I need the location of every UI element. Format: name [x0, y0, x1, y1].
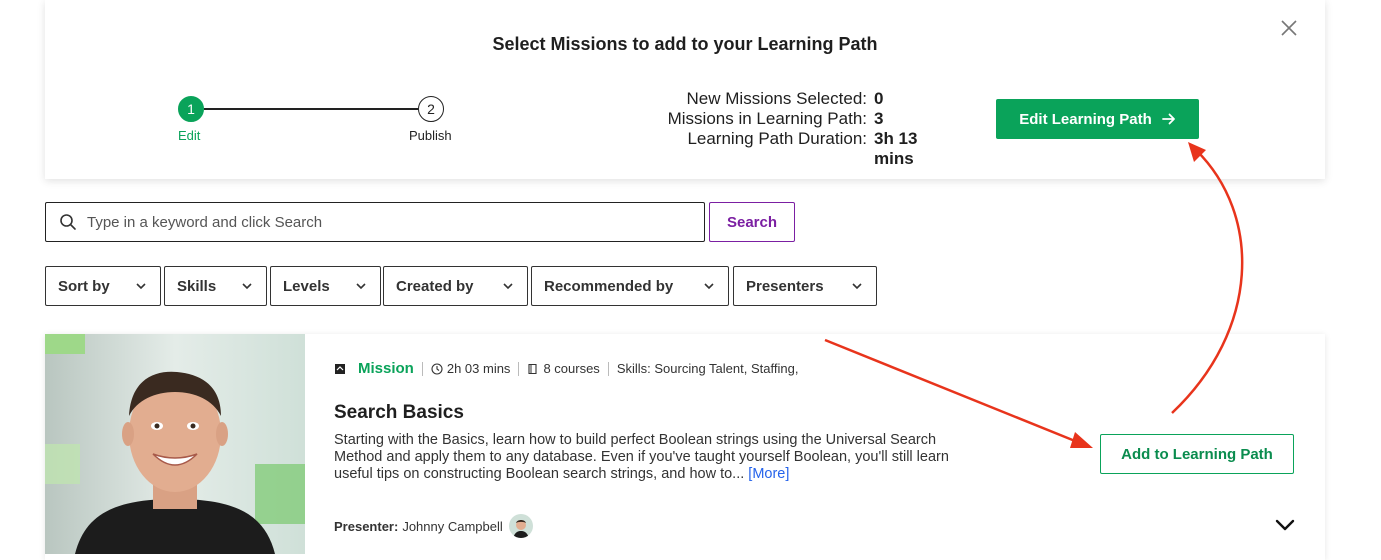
- clock-icon: [431, 362, 443, 375]
- presenter-photo: [45, 334, 305, 554]
- filter-created-by[interactable]: Created by: [383, 266, 528, 306]
- step-2-label: Publish: [409, 128, 452, 143]
- stat-label: Missions in Learning Path:: [667, 109, 867, 128]
- stat-value: 3h 13 mins: [874, 129, 918, 168]
- filter-levels[interactable]: Levels: [270, 266, 381, 306]
- mission-courses: 8 courses: [543, 361, 600, 376]
- mission-thumbnail[interactable]: [45, 334, 305, 554]
- stat-value: 3: [874, 109, 884, 128]
- stepper: 1 2 Edit Publish: [177, 96, 467, 146]
- close-icon[interactable]: [1277, 16, 1301, 40]
- chevron-down-icon: [852, 283, 862, 290]
- filter-label: Created by: [396, 277, 474, 295]
- filter-label: Sort by: [58, 277, 110, 295]
- filter-sort-by[interactable]: Sort by: [45, 266, 161, 306]
- stat-path-duration: Learning Path Duration: 3h 13 mins: [625, 129, 955, 169]
- stat-missions-in-path: Missions in Learning Path: 3: [625, 109, 955, 129]
- meta-divider: [607, 361, 609, 376]
- meta-divider: [421, 361, 423, 376]
- mission-meta: Mission 2h 03 mins 8 courses Skills: Sou…: [334, 360, 798, 377]
- presenter-info: Presenter: Johnny Campbell: [334, 514, 533, 538]
- filter-presenters[interactable]: Presenters: [733, 266, 877, 306]
- mission-description-text: Starting with the Basics, learn how to b…: [334, 432, 949, 482]
- presenter-label: Presenter:: [334, 518, 399, 534]
- filter-label: Presenters: [746, 277, 824, 295]
- chevron-down-icon: [704, 283, 714, 290]
- presenter-name: Johnny Campbell: [402, 518, 503, 534]
- stat-label: Learning Path Duration:: [687, 129, 867, 148]
- search-input[interactable]: [87, 213, 704, 231]
- more-link[interactable]: [More]: [748, 466, 789, 482]
- search-icon: [60, 214, 76, 230]
- filter-skills[interactable]: Skills: [164, 266, 267, 306]
- chevron-down-icon: [503, 283, 513, 290]
- step-1-label: Edit: [178, 128, 201, 143]
- filter-label: Skills: [177, 277, 217, 295]
- mission-card: Mission 2h 03 mins 8 courses Skills: Sou…: [45, 334, 1325, 560]
- arrow-right-icon: [1161, 113, 1175, 125]
- filter-label: Levels: [283, 277, 330, 295]
- book-icon: [528, 363, 537, 374]
- selection-panel: Select Missions to add to your Learning …: [45, 0, 1325, 179]
- filter-label: Recommended by: [544, 277, 674, 295]
- stat-label: New Missions Selected:: [686, 89, 867, 108]
- step-1-indicator: 1: [178, 96, 204, 122]
- mission-icon: [335, 363, 345, 374]
- search-box: [45, 202, 705, 242]
- chevron-down-icon: [356, 283, 366, 290]
- mission-duration: 2h 03 mins: [446, 361, 511, 376]
- stepper-line: [204, 108, 418, 110]
- filter-recommended-by[interactable]: Recommended by: [531, 266, 729, 306]
- chevron-down-icon: [242, 283, 252, 290]
- mission-description: Starting with the Basics, learn how to b…: [334, 432, 974, 483]
- mission-skills: Skills: Sourcing Talent, Staffing,: [616, 361, 799, 376]
- step-2-indicator: 2: [418, 96, 444, 122]
- stat-value: 0: [874, 89, 884, 108]
- panel-title: Select Missions to add to your Learning …: [492, 34, 878, 54]
- mission-type-label: Mission: [358, 360, 414, 377]
- stat-new-missions: New Missions Selected: 0: [625, 89, 955, 109]
- chevron-down-icon[interactable]: [1274, 514, 1296, 536]
- edit-learning-path-label: Edit Learning Path: [1019, 110, 1152, 128]
- chevron-down-icon: [136, 283, 146, 290]
- mission-title[interactable]: Search Basics: [334, 402, 464, 424]
- learning-path-stats: New Missions Selected: 0 Missions in Lea…: [625, 89, 955, 169]
- avatar: [508, 514, 533, 538]
- add-to-learning-path-button[interactable]: Add to Learning Path: [1100, 434, 1294, 474]
- search-button[interactable]: Search: [709, 202, 795, 242]
- edit-learning-path-button[interactable]: Edit Learning Path: [996, 99, 1199, 139]
- meta-divider: [518, 361, 520, 376]
